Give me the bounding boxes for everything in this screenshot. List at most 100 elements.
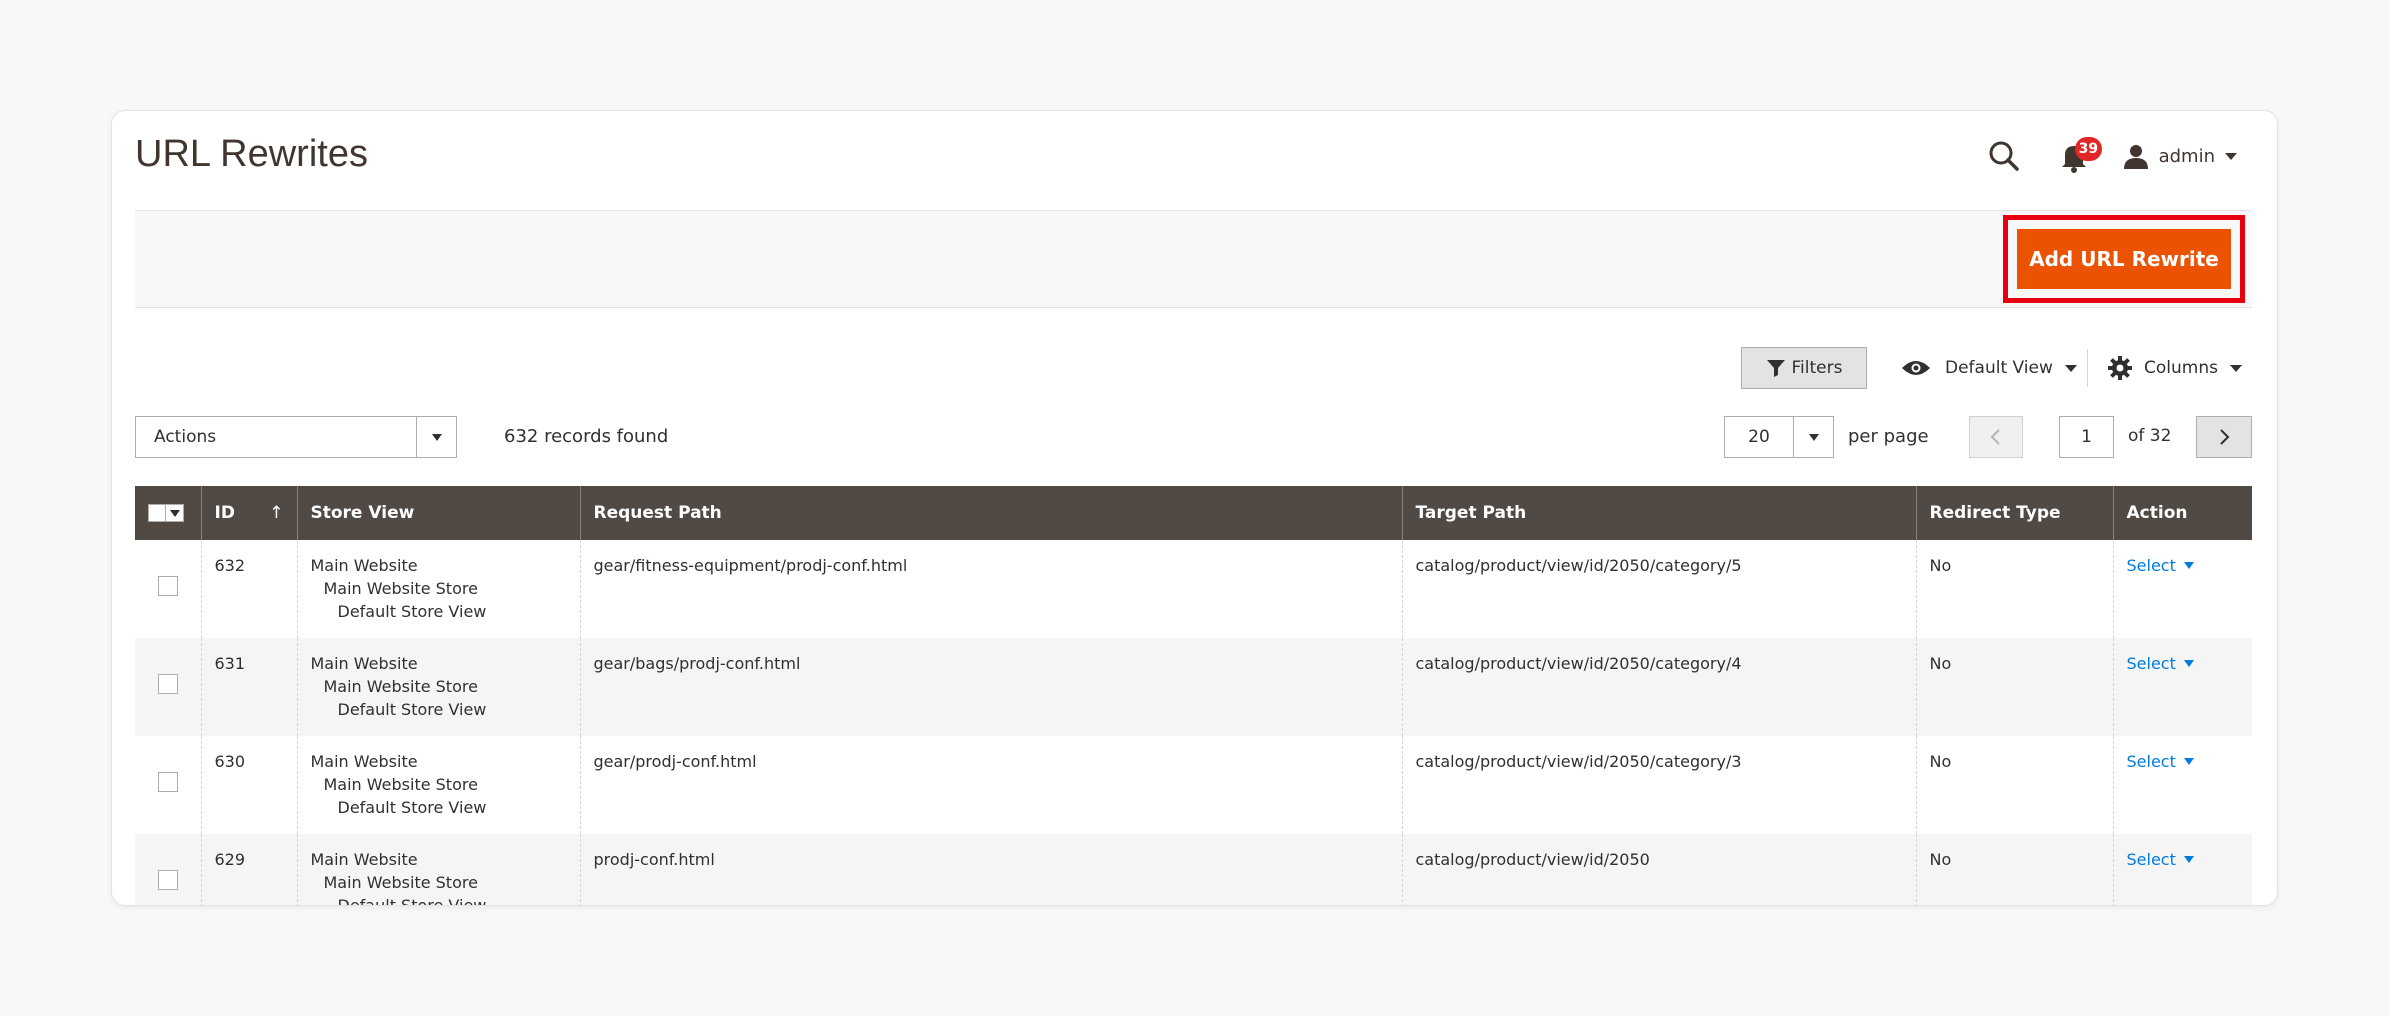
cell-action: Select xyxy=(2113,638,2252,736)
notifications-badge: 39 xyxy=(2074,137,2103,161)
column-header-action: Action xyxy=(2113,486,2252,540)
chevron-down-icon xyxy=(1808,433,1819,441)
cell-action: Select xyxy=(2113,540,2252,638)
store-website: Main Website xyxy=(310,556,418,575)
row-checkbox-cell xyxy=(135,834,202,905)
mass-actions-select[interactable]: Actions xyxy=(135,416,457,458)
row-checkbox-cell xyxy=(135,638,202,736)
cell-request-path: gear/fitness-equipment/prodj-conf.html xyxy=(580,540,1403,638)
row-checkbox[interactable] xyxy=(157,576,178,596)
store-view: Default Store View xyxy=(337,602,487,621)
row-action-select[interactable]: Select xyxy=(2127,652,2194,675)
column-header-redirect-type[interactable]: Redirect Type xyxy=(1916,486,2114,540)
cell-store-view: Main Website Main Website Store Default … xyxy=(297,736,581,834)
row-checkbox[interactable] xyxy=(157,870,178,890)
action-label: Select xyxy=(2126,752,2176,771)
store-view: Default Store View xyxy=(337,798,487,817)
toolbar-divider xyxy=(2087,349,2088,387)
select-all-header xyxy=(135,486,202,540)
next-page-button[interactable] xyxy=(2196,416,2252,458)
page-title: URL Rewrites xyxy=(135,133,368,175)
sort-arrow-icon: ↑ xyxy=(269,503,284,523)
chevron-down-icon xyxy=(2064,364,2077,372)
cell-id: 631 xyxy=(201,638,298,736)
cell-target-path: catalog/product/view/id/2050 xyxy=(1402,834,1917,905)
cell-store-view: Main Website Main Website Store Default … xyxy=(297,540,581,638)
cell-redirect-type: No xyxy=(1916,736,2114,834)
mass-actions-label: Actions xyxy=(154,427,217,447)
dropdown-toggle xyxy=(416,417,456,457)
store-store: Main Website Store xyxy=(323,873,478,892)
per-page-label: per page xyxy=(1848,426,1929,447)
header-actions: 39 admin xyxy=(1983,133,2237,179)
cell-action: Select xyxy=(2113,736,2252,834)
cell-id: 632 xyxy=(201,540,298,638)
table-row: 631 Main Website Main Website Store Defa… xyxy=(135,638,2252,736)
row-checkbox[interactable] xyxy=(157,772,178,792)
chevron-down-icon xyxy=(169,509,180,517)
store-view: Default Store View xyxy=(337,896,487,906)
row-action-select[interactable]: Select xyxy=(2127,554,2194,577)
highlight-box: Add URL Rewrite xyxy=(2003,215,2245,303)
column-header-id[interactable]: ID ↑ xyxy=(201,486,298,540)
store-store: Main Website Store xyxy=(323,775,478,794)
cell-store-view: Main Website Main Website Store Default … xyxy=(297,638,581,736)
store-website: Main Website xyxy=(310,654,418,673)
table-row: 632 Main Website Main Website Store Defa… xyxy=(135,540,2252,638)
cell-redirect-type: No xyxy=(1916,834,2114,905)
store-store: Main Website Store xyxy=(323,677,478,696)
table-row: 629 Main Website Main Website Store Defa… xyxy=(135,834,2252,906)
user-menu[interactable]: admin xyxy=(2123,143,2237,169)
store-store: Main Website Store xyxy=(323,579,478,598)
funnel-icon xyxy=(1766,360,1785,377)
cell-id: 629 xyxy=(201,834,298,905)
action-label: Select xyxy=(2126,850,2176,869)
dropdown-toggle xyxy=(166,504,184,522)
page-total: of 32 xyxy=(2128,426,2172,446)
per-page-select[interactable]: 20 xyxy=(1724,416,1834,458)
page-actions-bar: Add URL Rewrite xyxy=(135,210,2252,308)
url-rewrites-grid: ID ↑ Store View Request Path Target Path… xyxy=(135,486,2252,906)
chevron-down-icon xyxy=(2225,152,2237,160)
search-icon[interactable] xyxy=(1983,135,2025,177)
column-header-target-path[interactable]: Target Path xyxy=(1402,486,1917,540)
mass-select-checkbox[interactable] xyxy=(148,504,188,522)
row-action-select[interactable]: Select xyxy=(2127,750,2194,773)
gear-icon xyxy=(2108,356,2132,380)
chevron-right-icon xyxy=(2220,429,2230,445)
filters-button[interactable]: Filters xyxy=(1741,347,1867,389)
records-found: 632 records found xyxy=(504,426,669,447)
add-url-rewrite-button[interactable]: Add URL Rewrite xyxy=(2017,229,2231,289)
chevron-down-icon xyxy=(2183,856,2194,863)
column-header-store-view[interactable]: Store View xyxy=(297,486,581,540)
column-label: ID xyxy=(214,503,235,523)
cell-target-path: catalog/product/view/id/2050/category/3 xyxy=(1402,736,1917,834)
notifications-button[interactable]: 39 xyxy=(2053,135,2103,177)
cell-action: Select xyxy=(2113,834,2252,905)
checkbox xyxy=(148,504,166,522)
chevron-down-icon xyxy=(2183,562,2194,569)
row-checkbox[interactable] xyxy=(157,674,178,694)
view-selector[interactable]: Default View xyxy=(1901,347,2077,389)
current-page-input[interactable] xyxy=(2059,416,2114,458)
grid-toolbar-top: Filters Default View Columns xyxy=(112,347,2277,391)
grid-header-row: ID ↑ Store View Request Path Target Path… xyxy=(135,486,2252,540)
column-header-request-path[interactable]: Request Path xyxy=(580,486,1403,540)
row-action-select[interactable]: Select xyxy=(2127,848,2194,871)
cell-request-path: gear/bags/prodj-conf.html xyxy=(580,638,1403,736)
table-row: 630 Main Website Main Website Store Defa… xyxy=(135,736,2252,834)
filters-label: Filters xyxy=(1791,358,1843,378)
dropdown-toggle xyxy=(1793,417,1833,457)
user-icon xyxy=(2123,145,2148,169)
grid-toolbar-bottom: Actions 632 records found 20 per page of… xyxy=(112,416,2277,460)
row-checkbox-cell xyxy=(135,736,202,834)
columns-selector[interactable]: Columns xyxy=(2108,347,2242,389)
cell-target-path: catalog/product/view/id/2050/category/5 xyxy=(1402,540,1917,638)
chevron-down-icon xyxy=(2183,758,2194,765)
store-view: Default Store View xyxy=(337,700,487,719)
cell-request-path: gear/prodj-conf.html xyxy=(580,736,1403,834)
cell-target-path: catalog/product/view/id/2050/category/4 xyxy=(1402,638,1917,736)
previous-page-button[interactable] xyxy=(1969,416,2023,458)
cell-id: 630 xyxy=(201,736,298,834)
user-name: admin xyxy=(2158,145,2215,167)
